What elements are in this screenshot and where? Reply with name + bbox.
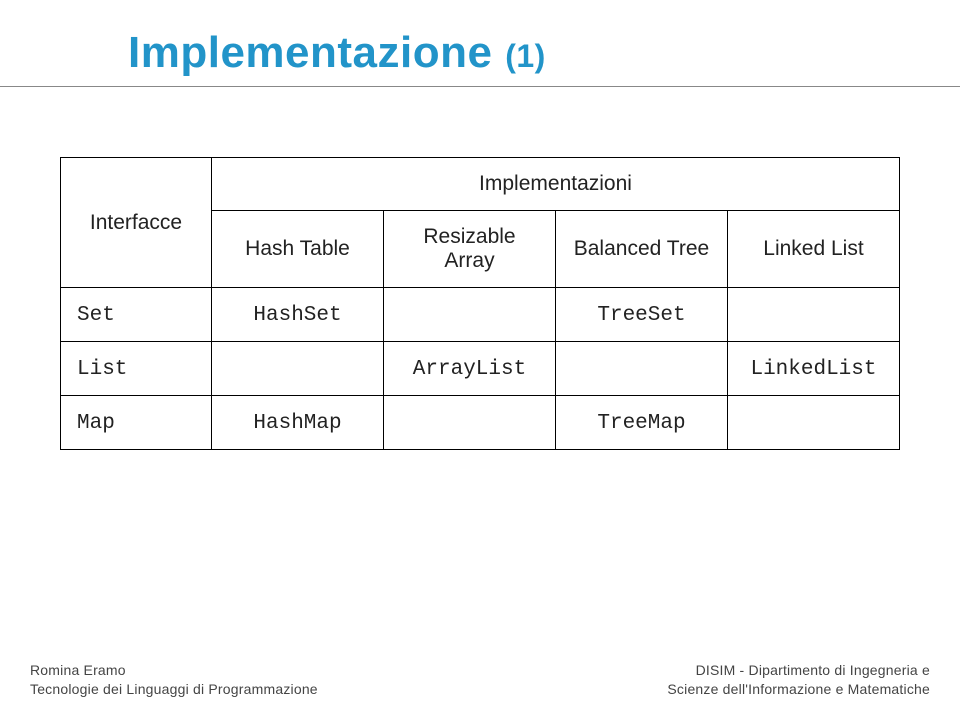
footer-right: DISIM - Dipartimento di Ingegneria e Sci… (667, 661, 930, 699)
header-interfacce: Interfacce (61, 158, 212, 288)
cell (384, 396, 556, 450)
subheader-hash-table: Hash Table (212, 211, 384, 288)
cell: ArrayList (384, 342, 556, 396)
table-row: Map HashMap TreeMap (61, 396, 900, 450)
content-area: Interfacce Implementazioni Hash Table Re… (0, 87, 960, 450)
cell: TreeSet (555, 288, 727, 342)
cell: HashSet (212, 288, 384, 342)
cell (384, 288, 556, 342)
footer-course: Tecnologie dei Linguaggi di Programmazio… (30, 680, 318, 699)
subheader-resizable-array: Resizable Array (384, 211, 556, 288)
title-suffix: (1) (505, 38, 546, 74)
page-title: Implementazione (1) (0, 0, 960, 86)
table-row: List ArrayList LinkedList (61, 342, 900, 396)
cell (555, 342, 727, 396)
subheader-linked-list: Linked List (727, 211, 899, 288)
cell: LinkedList (727, 342, 899, 396)
footer: Romina Eramo Tecnologie dei Linguaggi di… (0, 661, 960, 699)
footer-dept-1: DISIM - Dipartimento di Ingegneria e (667, 661, 930, 680)
footer-left: Romina Eramo Tecnologie dei Linguaggi di… (30, 661, 318, 699)
cell (212, 342, 384, 396)
implementations-table: Interfacce Implementazioni Hash Table Re… (60, 157, 900, 450)
subheader-balanced-tree: Balanced Tree (555, 211, 727, 288)
cell: TreeMap (555, 396, 727, 450)
cell (727, 288, 899, 342)
cell: HashMap (212, 396, 384, 450)
cell-iface-set: Set (61, 288, 212, 342)
cell-iface-list: List (61, 342, 212, 396)
cell (727, 396, 899, 450)
table-header-row-1: Interfacce Implementazioni (61, 158, 900, 211)
header-implementazioni: Implementazioni (212, 158, 900, 211)
title-main: Implementazione (128, 28, 492, 77)
footer-dept-2: Scienze dell'Informazione e Matematiche (667, 680, 930, 699)
cell-iface-map: Map (61, 396, 212, 450)
footer-author: Romina Eramo (30, 661, 318, 680)
table-row: Set HashSet TreeSet (61, 288, 900, 342)
